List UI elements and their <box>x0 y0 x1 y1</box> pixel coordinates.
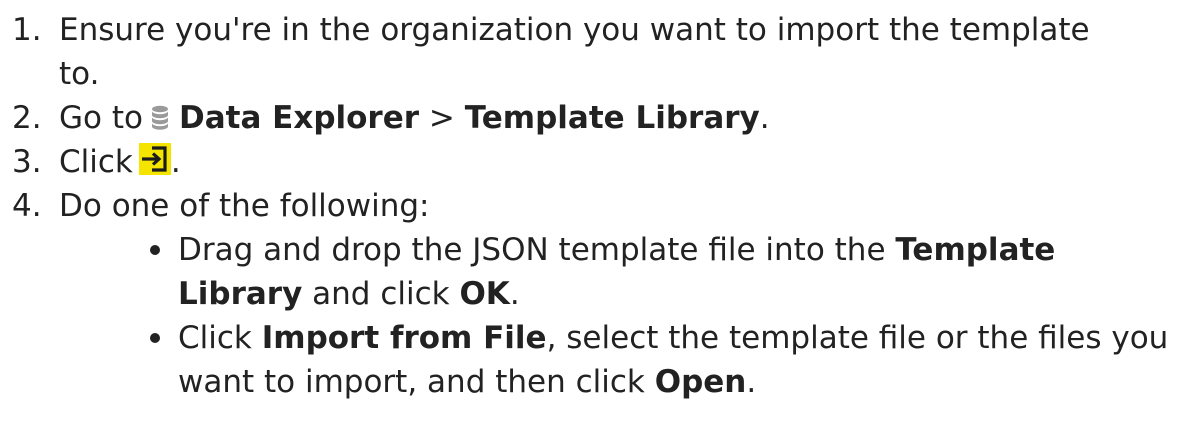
step-text: Ensure you're in the organization you wa… <box>59 12 1090 48</box>
step-text-continued: to. <box>59 56 100 92</box>
option-text: want to import, and then click <box>178 364 645 400</box>
open-label: Open <box>654 364 747 400</box>
template-label: Template <box>895 232 1056 268</box>
template-library-label: Template Library <box>464 100 760 136</box>
option-text: , select the template file or the files … <box>546 320 1169 356</box>
path-separator: > <box>428 100 455 136</box>
step-suffix: . <box>759 100 770 136</box>
step-text: Do one of the following: <box>59 188 430 224</box>
data-explorer-label: Data Explorer <box>178 100 420 136</box>
step-text: Go to Data Explorer > Template Library. <box>59 96 770 140</box>
database-icon <box>151 99 169 130</box>
step-number: 4. <box>12 188 42 224</box>
step-number: 3. <box>12 144 42 180</box>
bullet-dot <box>150 333 160 343</box>
import-from-file-label: Import from File <box>261 320 547 356</box>
step-text: Click . <box>59 140 181 184</box>
option-end: . <box>509 276 520 312</box>
option-text: and click <box>312 276 450 312</box>
ok-label: OK <box>459 276 510 312</box>
step-prefix: Go to <box>59 100 143 136</box>
option-line: Library and click OK. <box>178 272 520 316</box>
option-line: want to import, and then click Open. <box>178 360 756 404</box>
step-suffix: . <box>170 144 181 180</box>
bullet-dot <box>150 245 160 255</box>
library-label: Library <box>178 276 303 312</box>
option-text: Drag and drop the JSON template file int… <box>178 232 886 268</box>
instructions-document: 1. Ensure you're in the organization you… <box>0 0 1199 428</box>
option-end: . <box>746 364 757 400</box>
option-line: Drag and drop the JSON template file int… <box>178 228 1055 272</box>
step-prefix: Click <box>59 144 133 180</box>
step-number: 2. <box>12 100 42 136</box>
import-icon <box>138 143 171 175</box>
step-number: 1. <box>12 12 42 48</box>
option-line: Click Import from File, select the templ… <box>178 316 1168 360</box>
option-text: Click <box>178 320 252 356</box>
